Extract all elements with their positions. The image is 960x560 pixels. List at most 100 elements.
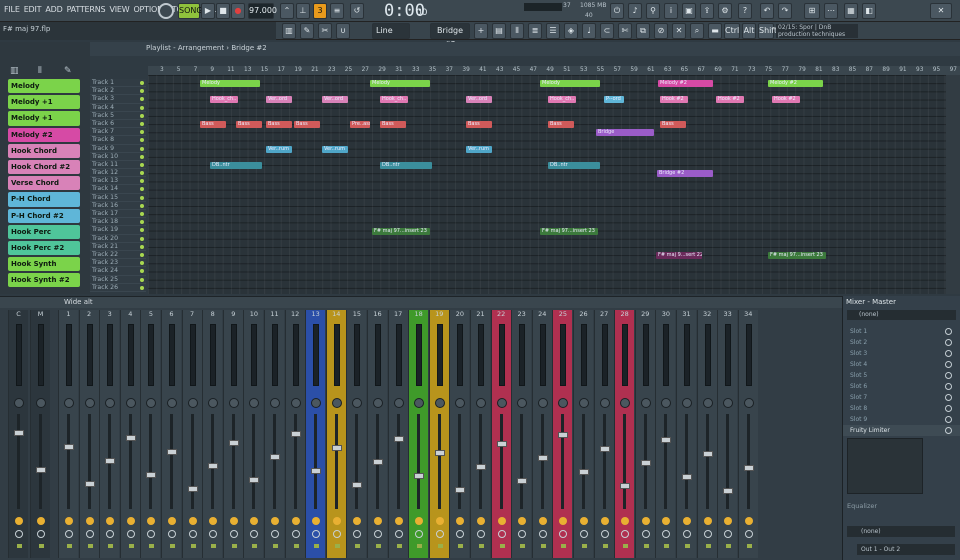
- wait-icon[interactable]: ⊥: [296, 3, 310, 19]
- playlist-clip[interactable]: Melody: [540, 80, 600, 87]
- volume-fader[interactable]: [314, 414, 318, 509]
- route-icon[interactable]: [229, 517, 238, 525]
- track-header[interactable]: Track 10: [90, 152, 146, 161]
- track-header[interactable]: Track 26: [90, 283, 146, 292]
- mixer-track[interactable]: 28: [614, 310, 635, 558]
- playlist-clip[interactable]: Ver..ord: [466, 96, 492, 104]
- news-panel[interactable]: 02/15: Spor | DnB production techniques: [776, 24, 858, 38]
- playlist-clip[interactable]: Ver..rum: [466, 145, 492, 153]
- view-icon[interactable]: ◧: [862, 3, 876, 19]
- track-header[interactable]: Track 22: [90, 250, 146, 260]
- fader-cap[interactable]: [64, 444, 74, 450]
- route-icon[interactable]: [518, 517, 527, 525]
- track-header[interactable]: Track 23: [90, 259, 146, 268]
- stereo-icon[interactable]: [662, 530, 671, 538]
- playlist-clip[interactable]: Ver..rum: [266, 145, 292, 153]
- pan-knob[interactable]: [682, 398, 692, 408]
- send-arrow-icon[interactable]: [479, 544, 484, 548]
- track-header[interactable]: Track 8: [90, 136, 146, 145]
- mixer-track[interactable]: 5: [140, 310, 161, 558]
- route-icon[interactable]: [477, 517, 485, 525]
- grid-icon[interactable]: ▦: [844, 3, 858, 19]
- pan-knob[interactable]: [84, 398, 95, 408]
- pan-knob[interactable]: [352, 398, 363, 408]
- stereo-icon[interactable]: [415, 530, 424, 538]
- mixer-track[interactable]: 33: [717, 310, 738, 558]
- route-icon[interactable]: [250, 517, 259, 525]
- track-header[interactable]: Track 4: [90, 103, 146, 112]
- track-header[interactable]: Track 3: [90, 95, 146, 104]
- mixer-track[interactable]: 17: [387, 310, 408, 558]
- channel-button[interactable]: Hook Synth #2: [8, 273, 80, 288]
- volume-fader[interactable]: [499, 414, 503, 509]
- info-icon[interactable]: i: [664, 3, 678, 19]
- channel-button[interactable]: P-H Chord #2: [8, 208, 80, 223]
- send-arrow-icon[interactable]: [705, 544, 711, 548]
- mixer-icon[interactable]: ⫴: [510, 23, 524, 39]
- playlist-clip[interactable]: Hook #2: [772, 96, 800, 104]
- slice-icon[interactable]: ✂: [318, 23, 332, 39]
- mixer-preset[interactable]: Wide alt: [64, 298, 93, 306]
- route-icon[interactable]: [394, 517, 403, 525]
- send-arrow-icon[interactable]: [746, 544, 752, 548]
- pan-knob[interactable]: [105, 398, 116, 408]
- playlist-clip[interactable]: Ver..rum: [322, 145, 348, 153]
- track-header[interactable]: Track 11: [90, 160, 146, 170]
- pencil-tool-icon[interactable]: ✎: [64, 66, 72, 76]
- menu-item-view[interactable]: VIEW: [107, 5, 131, 14]
- channel-button[interactable]: Hook Chord: [8, 143, 80, 158]
- track-enable-icon[interactable]: [140, 97, 144, 102]
- fader-cap[interactable]: [476, 464, 486, 470]
- slot-enable-icon[interactable]: [945, 339, 952, 346]
- stereo-icon[interactable]: [106, 530, 115, 538]
- channel-button[interactable]: Melody: [8, 79, 80, 94]
- pan-knob[interactable]: [167, 398, 177, 408]
- track-enable-icon[interactable]: [140, 269, 144, 274]
- route-icon[interactable]: [312, 517, 321, 525]
- track-enable-icon[interactable]: [140, 130, 144, 135]
- playlist-clip[interactable]: P--ord: [604, 96, 624, 104]
- stereo-icon[interactable]: [435, 530, 444, 538]
- channel-button[interactable]: Hook Perc: [8, 224, 80, 239]
- stereo-icon[interactable]: [85, 530, 94, 538]
- fader-cap[interactable]: [620, 483, 631, 489]
- track-enable-icon[interactable]: [140, 187, 144, 192]
- send-arrow-icon[interactable]: [437, 544, 443, 548]
- link-icon[interactable]: ⊂: [600, 23, 614, 39]
- track-header[interactable]: Track 21: [90, 242, 146, 251]
- playlist-clip[interactable]: Bass: [236, 121, 262, 128]
- pan-knob[interactable]: [620, 398, 631, 408]
- fader-cap[interactable]: [187, 486, 198, 492]
- effect-slot[interactable]: Slot 3: [843, 348, 960, 359]
- route-icon[interactable]: [744, 517, 753, 525]
- track-header[interactable]: Track 17: [90, 210, 146, 219]
- input-select[interactable]: (none): [847, 310, 956, 320]
- send-arrow-icon[interactable]: [211, 544, 217, 548]
- volume-fader[interactable]: [602, 414, 606, 509]
- stereo-icon[interactable]: [497, 530, 506, 538]
- track-enable-icon[interactable]: [140, 285, 144, 290]
- pan-knob[interactable]: [579, 398, 589, 408]
- volume-fader[interactable]: [458, 414, 462, 509]
- send-arrow-icon[interactable]: [540, 544, 546, 548]
- effect-slot[interactable]: Slot 2: [843, 337, 960, 348]
- playlist-clip[interactable]: Bass: [548, 121, 574, 128]
- slot-enable-icon[interactable]: [945, 383, 952, 390]
- stereo-icon[interactable]: [188, 530, 197, 538]
- close-icon[interactable]: ✕: [930, 3, 952, 19]
- route-icon[interactable]: [209, 517, 218, 525]
- save-icon[interactable]: ▣: [682, 3, 696, 19]
- tempo-display[interactable]: 97.000: [248, 3, 277, 19]
- slot-enable-icon[interactable]: [945, 361, 952, 368]
- send-arrow-icon[interactable]: [170, 544, 175, 548]
- pan-knob[interactable]: [14, 398, 24, 408]
- countdown-icon[interactable]: 3: [313, 3, 327, 19]
- stereo-icon[interactable]: [744, 530, 753, 538]
- effect-slot[interactable]: Slot 1: [843, 326, 960, 337]
- playlist-clip[interactable]: DB..ntr: [548, 162, 600, 169]
- loop-record-icon[interactable]: ↺: [350, 3, 364, 19]
- mixer-track[interactable]: 12: [284, 310, 305, 558]
- stop-button[interactable]: ■: [216, 3, 230, 19]
- fader-cap[interactable]: [373, 459, 383, 465]
- route-icon[interactable]: [538, 517, 547, 525]
